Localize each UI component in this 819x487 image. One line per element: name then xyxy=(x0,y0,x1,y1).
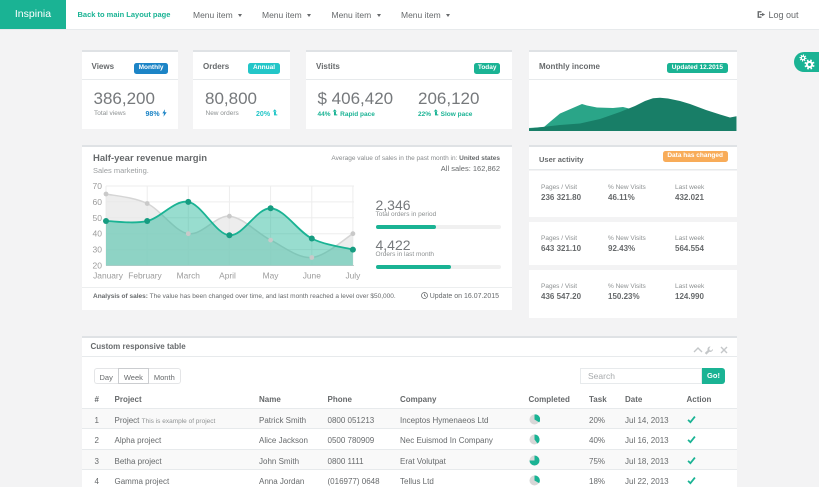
svg-text:60: 60 xyxy=(92,196,102,206)
svg-text:20: 20 xyxy=(92,260,102,270)
svg-text:February: February xyxy=(128,270,162,280)
svg-text:40: 40 xyxy=(92,228,102,238)
svg-text:50: 50 xyxy=(92,212,102,222)
svg-text:March: March xyxy=(176,270,200,280)
svg-text:June: June xyxy=(302,270,321,280)
svg-text:30: 30 xyxy=(92,244,102,254)
svg-text:July: July xyxy=(345,270,361,280)
svg-text:April: April xyxy=(219,270,236,280)
svg-text:January: January xyxy=(93,270,124,280)
svg-text:70: 70 xyxy=(92,181,102,191)
svg-text:May: May xyxy=(262,270,279,280)
